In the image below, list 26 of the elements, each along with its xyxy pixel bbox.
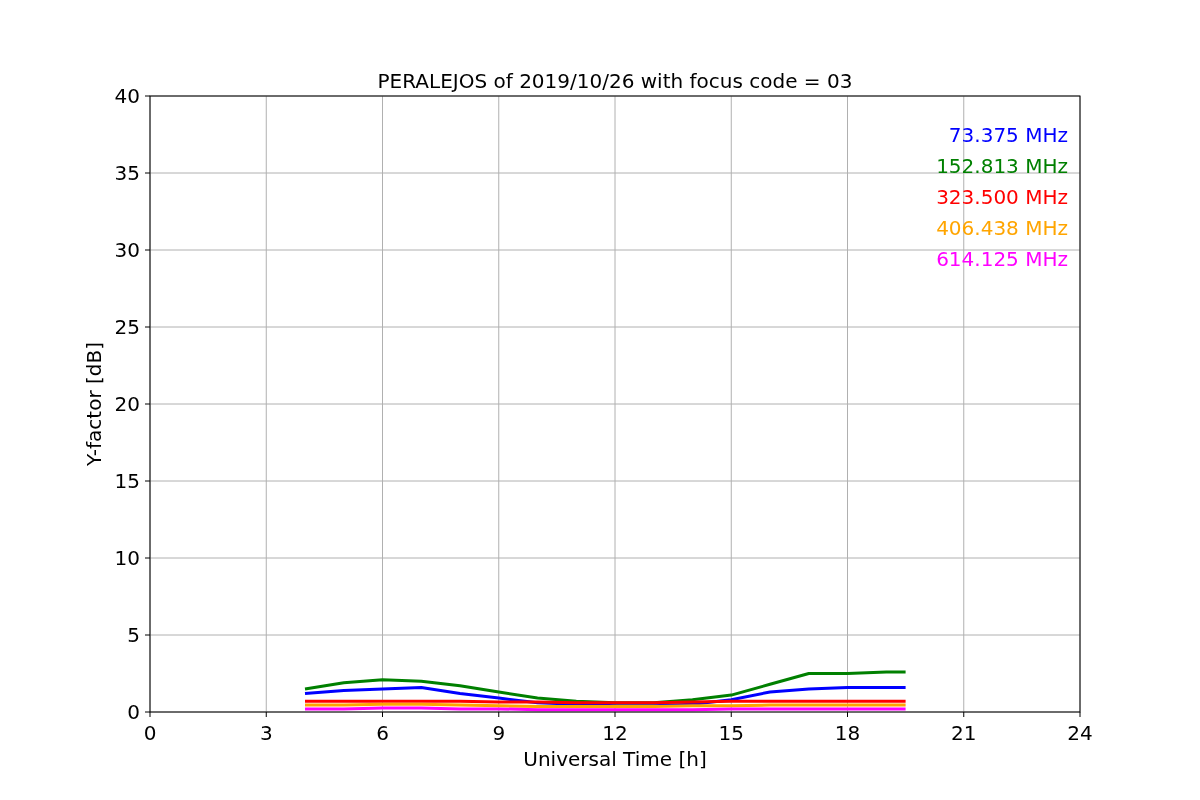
x-tick-label: 12 (602, 721, 628, 745)
y-tick-label: 5 (127, 623, 140, 647)
y-tick-label: 15 (114, 469, 140, 493)
x-tick-label: 3 (259, 721, 273, 745)
y-tick-label: 10 (114, 546, 140, 570)
y-tick-label: 40 (114, 84, 140, 108)
chart-title: PERALEJOS of 2019/10/26 with focus code = 03 (377, 69, 853, 93)
x-tick-label: 6 (376, 721, 389, 745)
legend-label: 323.500 MHz (936, 185, 1068, 209)
x-tick-label: 9 (492, 721, 506, 745)
y-tick-label: 30 (114, 238, 140, 262)
x-tick-label: 21 (951, 721, 977, 745)
y-tick-label: 35 (114, 161, 140, 185)
y-axis-label: Y-factor [dB] (82, 342, 106, 466)
legend-label: 73.375 MHz (948, 123, 1068, 147)
x-tick-label: 0 (143, 721, 157, 745)
x-tick-label: 18 (834, 721, 861, 745)
y-tick-label: 0 (127, 700, 140, 724)
legend-label: 614.125 MHz (936, 247, 1068, 271)
x-axis-label: Universal Time [h] (523, 747, 707, 771)
legend-label: 152.813 MHz (936, 154, 1068, 178)
y-tick-label: 25 (114, 315, 140, 339)
x-tick-label: 24 (1067, 721, 1093, 745)
x-tick-label: 15 (718, 721, 744, 745)
y-tick-label: 20 (114, 392, 140, 416)
legend-label: 406.438 MHz (936, 216, 1068, 240)
